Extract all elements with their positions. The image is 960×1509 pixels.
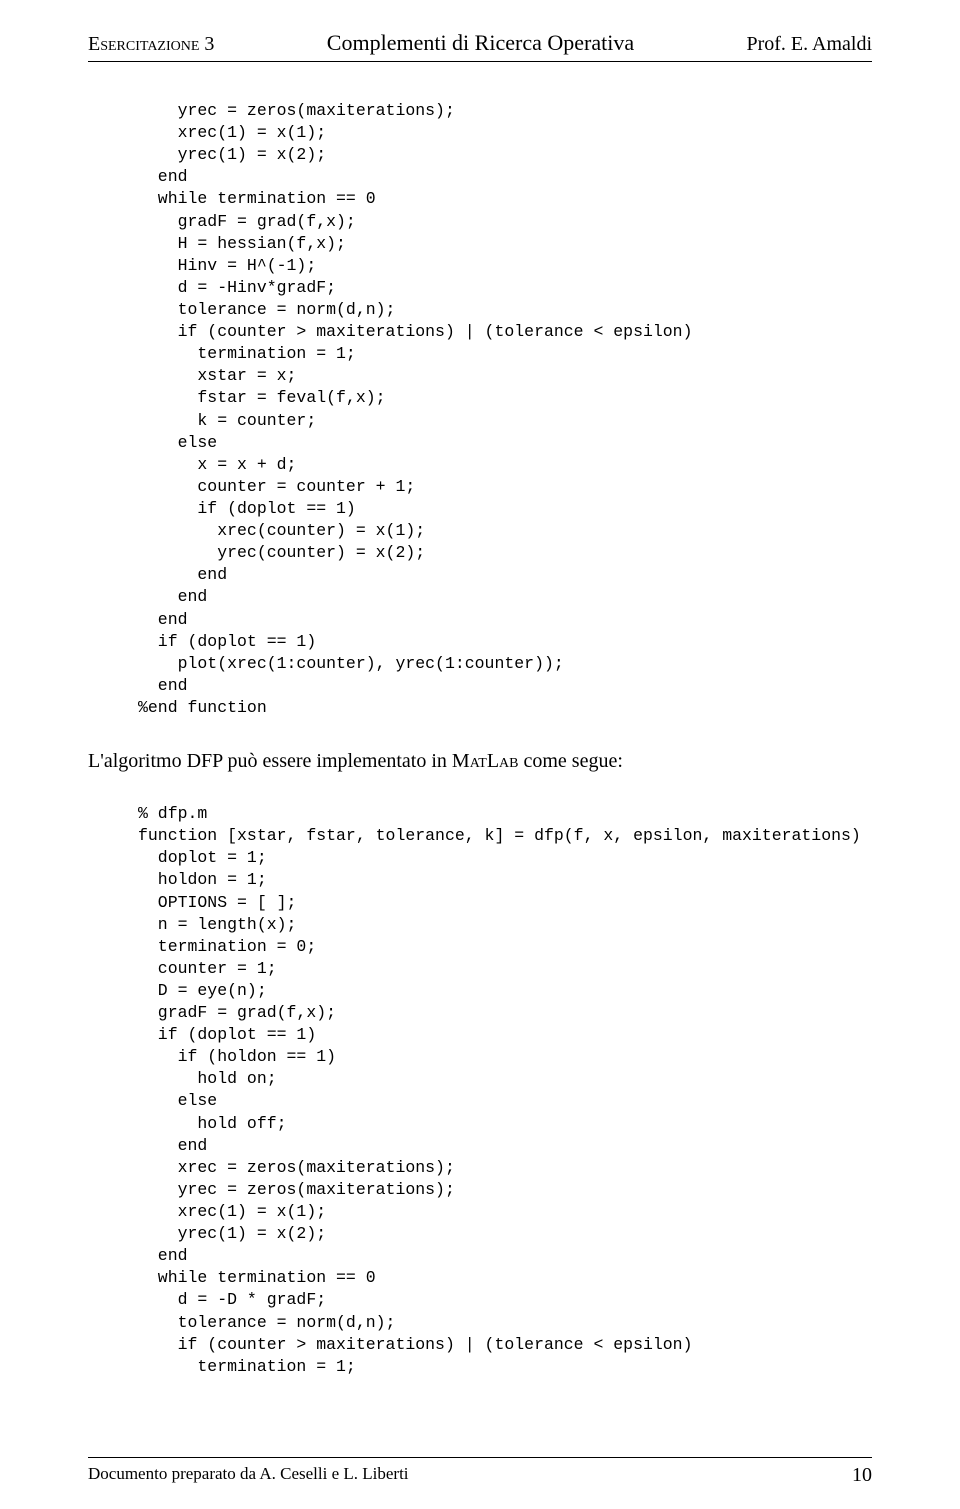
code-block-1: yrec = zeros(maxiterations); xrec(1) = x… [138, 100, 872, 719]
page-footer: Documento preparato da A. Ceselli e L. L… [88, 1457, 872, 1487]
footer-page-number: 10 [852, 1464, 872, 1487]
header-left: Esercitazione 3 [88, 33, 214, 56]
para1-matlab: MatLab [452, 750, 519, 772]
body-paragraph-1: L'algoritmo DFP può essere implementato … [88, 747, 872, 775]
para1-pre: L'algoritmo DFP può essere implementato … [88, 750, 452, 772]
para1-post: come segue: [518, 750, 622, 772]
page-header: Esercitazione 3 Complementi di Ricerca O… [88, 30, 872, 62]
code-block-2: % dfp.m function [xstar, fstar, toleranc… [138, 803, 872, 1378]
header-center: Complementi di Ricerca Operativa [327, 30, 634, 56]
header-right: Prof. E. Amaldi [746, 33, 872, 56]
footer-text: Documento preparato da A. Ceselli e L. L… [88, 1464, 409, 1487]
